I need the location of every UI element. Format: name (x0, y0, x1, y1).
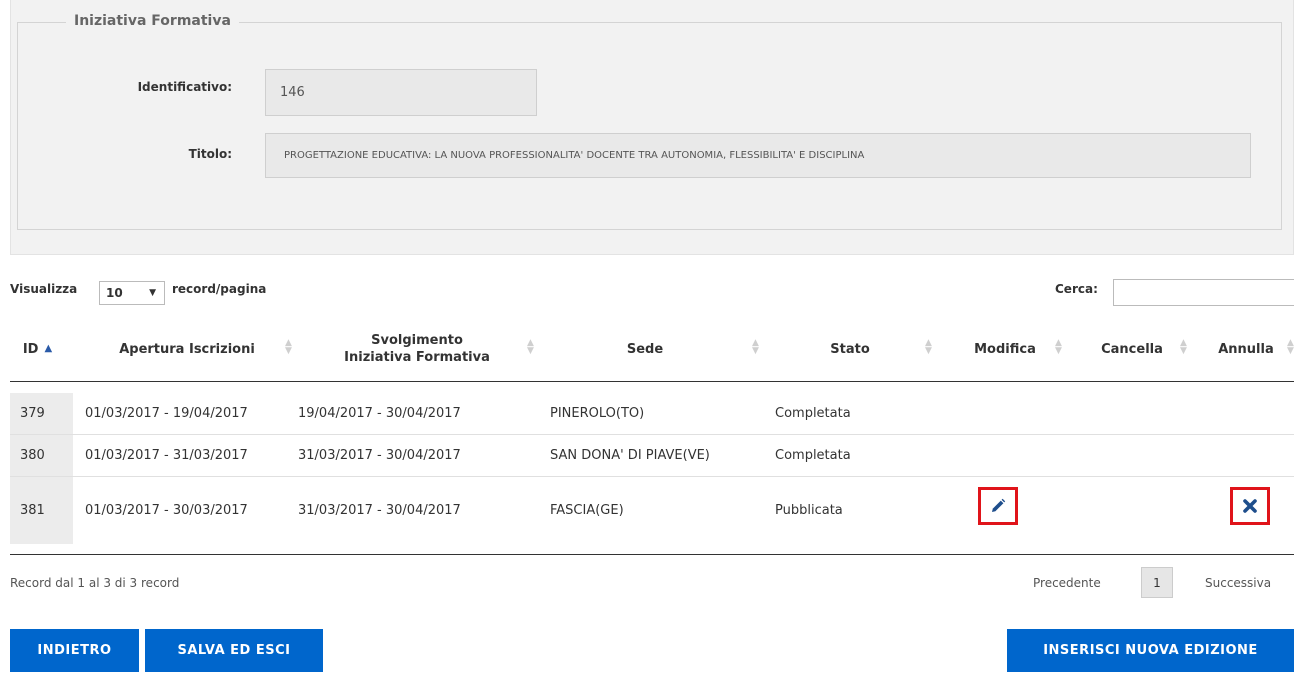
th-id-label: ID (22, 341, 39, 357)
th-opening-label: Apertura Iscrizioni (119, 341, 255, 357)
th-status[interactable]: Stato (790, 328, 910, 370)
header-divider (10, 381, 1294, 382)
th-site[interactable]: Sede (560, 328, 730, 370)
records-info: Record dal 1 al 3 di 3 record (10, 576, 180, 590)
cell-status: Completata (775, 448, 851, 463)
th-conduct[interactable]: Svolgimento Iniziativa Formativa (312, 326, 522, 372)
title-label: Titolo: (188, 147, 232, 161)
cell-opening: 01/03/2017 - 31/03/2017 (85, 448, 248, 463)
cell-status: Pubblicata (775, 503, 843, 518)
cell-id: 381 (20, 503, 45, 518)
close-icon (1243, 499, 1257, 513)
search-input[interactable] (1113, 279, 1294, 306)
dropdown-arrow-icon: ▼ (149, 288, 156, 298)
cell-conduct: 19/04/2017 - 30/04/2017 (298, 406, 461, 421)
th-status-label: Stato (830, 341, 870, 357)
th-edit-label: Modifica (974, 341, 1036, 357)
cell-site: PINEROLO(TO) (550, 406, 645, 421)
table-row: 379 01/03/2017 - 19/04/2017 19/04/2017 -… (10, 393, 1294, 434)
cell-id: 379 (20, 406, 45, 421)
page-size-value: 10 (106, 286, 123, 300)
prev-page-link[interactable]: Precedente (1033, 576, 1101, 590)
pencil-icon (992, 498, 1006, 512)
sort-icon: ▲ ▼ (1055, 338, 1062, 356)
cell-conduct: 31/03/2017 - 30/04/2017 (298, 448, 461, 463)
th-delete-label: Cancella (1101, 341, 1163, 357)
fieldset-legend: Iniziativa Formativa (66, 13, 239, 29)
cell-site: SAN DONA' DI PIAVE(VE) (550, 448, 710, 463)
sort-icon: ▲ ▼ (752, 338, 759, 356)
cell-status: Completata (775, 406, 851, 421)
save-exit-button[interactable]: SALVA ED ESCI (145, 629, 323, 672)
page-number-button[interactable]: 1 (1141, 567, 1173, 598)
show-label: Visualizza (10, 282, 78, 296)
back-button[interactable]: INDIETRO (10, 629, 139, 672)
th-cancel[interactable]: Annulla (1208, 328, 1284, 370)
cell-opening: 01/03/2017 - 19/04/2017 (85, 406, 248, 421)
cell-id: 380 (20, 448, 45, 463)
cell-site: FASCIA(GE) (550, 503, 624, 518)
id-label: Identificativo: (137, 80, 232, 94)
th-id[interactable]: ID ▲ (10, 328, 65, 370)
cancel-edition-button[interactable] (1230, 487, 1270, 525)
table-row: 381 01/03/2017 - 30/03/2017 31/03/2017 -… (10, 477, 1294, 544)
th-site-label: Sede (626, 341, 664, 357)
id-field[interactable]: 146 (265, 69, 537, 116)
sort-icon: ▲ ▼ (1180, 338, 1187, 356)
th-conduct-label-2: Iniziativa Formativa (344, 350, 490, 365)
sort-icon: ▲ ▼ (285, 338, 292, 356)
sort-asc-icon: ▲ (44, 343, 53, 354)
th-edit[interactable]: Modifica (960, 328, 1050, 370)
footer-divider (10, 554, 1294, 555)
sort-icon: ▲ ▼ (1287, 338, 1294, 356)
new-edition-button[interactable]: INSERISCI NUOVA EDIZIONE (1007, 629, 1294, 672)
th-opening[interactable]: Apertura Iscrizioni (98, 328, 276, 370)
cell-conduct: 31/03/2017 - 30/04/2017 (298, 503, 461, 518)
per-page-label: record/pagina (172, 282, 267, 296)
initiative-fieldset (17, 22, 1282, 230)
page-size-select[interactable]: 10 ▼ (99, 281, 165, 305)
search-label: Cerca: (1055, 282, 1098, 296)
th-cancel-label: Annulla (1218, 341, 1274, 357)
title-field[interactable]: PROGETTAZIONE EDUCATIVA: LA NUOVA PROFES… (265, 133, 1251, 178)
th-delete[interactable]: Cancella (1092, 328, 1172, 370)
th-conduct-label-1: Svolgimento (371, 333, 463, 348)
table-row: 380 01/03/2017 - 31/03/2017 31/03/2017 -… (10, 435, 1294, 476)
sort-icon: ▲ ▼ (527, 338, 534, 356)
next-page-link[interactable]: Successiva (1205, 576, 1271, 590)
edit-button[interactable] (978, 487, 1018, 525)
cell-opening: 01/03/2017 - 30/03/2017 (85, 503, 248, 518)
sort-icon: ▲ ▼ (925, 338, 932, 356)
